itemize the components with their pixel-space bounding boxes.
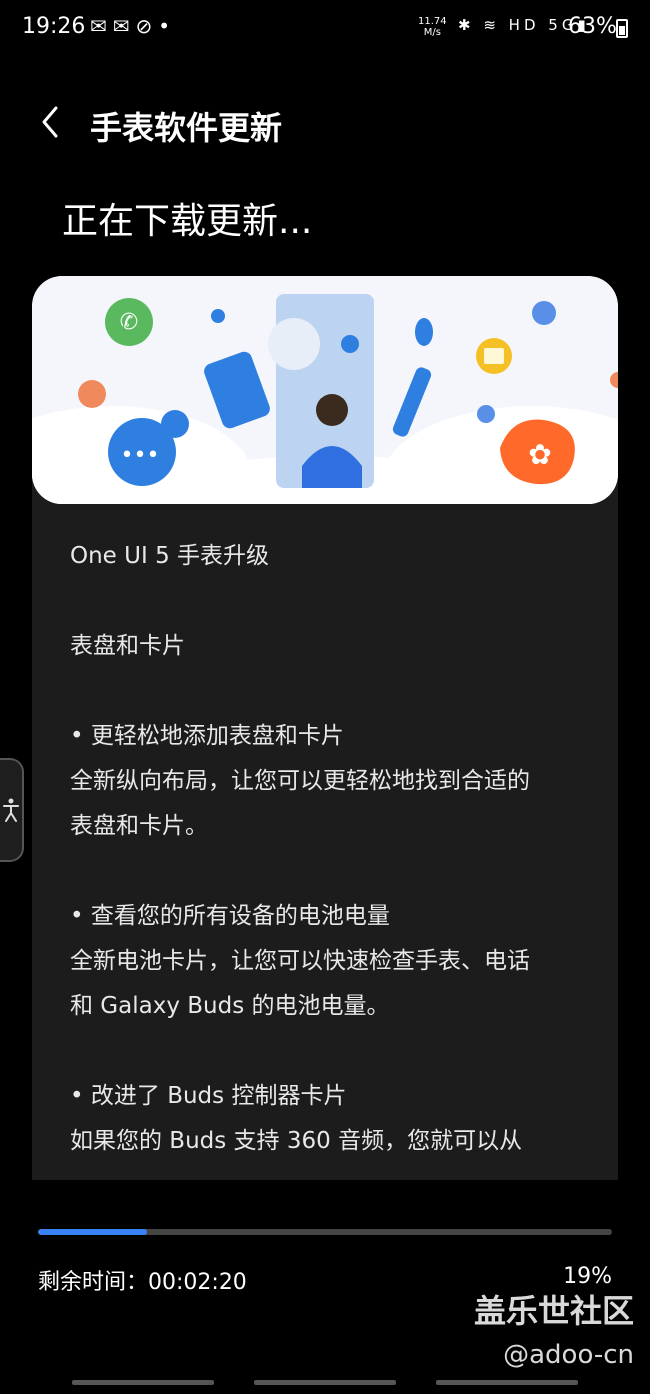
battery-icon — [616, 19, 628, 38]
chevron-left-icon — [42, 106, 58, 138]
accessibility-icon — [3, 798, 19, 822]
feature-title-2: • 查看您的所有设备的电池电量 — [70, 903, 390, 929]
release-notes-card[interactable]: ✆ ••• ✿ One UI 5 手表升级 表盘和卡片 • 更轻松地添加表盘和卡… — [32, 276, 618, 1180]
svg-text:✿: ✿ — [528, 438, 551, 471]
page-title: 手表软件更新 — [90, 109, 283, 147]
feature-title-3: • 改进了 Buds 控制器卡片 — [70, 1083, 347, 1109]
release-notes: One UI 5 手表升级 表盘和卡片 • 更轻松地添加表盘和卡片 全新纵向布局… — [70, 534, 590, 1164]
time-remaining: 剩余时间：00:02:20 — [38, 1270, 247, 1295]
back-button[interactable] — [30, 100, 70, 144]
feature-desc-2b: 和 Galaxy Buds 的电池电量。 — [70, 993, 390, 1019]
nav-home-button[interactable] — [254, 1380, 396, 1385]
notes-title: One UI 5 手表升级 — [70, 543, 270, 569]
feature-title-1: • 更轻松地添加表盘和卡片 — [70, 723, 344, 749]
download-progress-bar — [38, 1229, 612, 1235]
feature-desc-1a: 全新纵向布局，让您可以更轻松地找到合适的 — [70, 768, 530, 794]
feature-desc-1b: 表盘和卡片。 — [70, 813, 208, 839]
download-status-heading: 正在下载更新... — [62, 201, 313, 242]
svg-text:•••: ••• — [121, 443, 160, 468]
feature-desc-3a: 如果您的 Buds 支持 360 音频，您就可以从 — [70, 1128, 523, 1154]
illustration: ✆ ••• ✿ — [32, 276, 618, 504]
section-heading: 表盘和卡片 — [70, 633, 185, 659]
notification-icons: ✉✉⊘• — [90, 14, 177, 38]
watermark-handle: @adoo-cn — [503, 1340, 634, 1370]
nav-recents-button[interactable] — [72, 1380, 214, 1385]
accessibility-handle[interactable] — [0, 758, 24, 862]
watermark: 盖乐世社区 @adoo-cn — [474, 1286, 634, 1370]
watermark-name: 盖乐世社区 — [473, 1292, 634, 1330]
one-ui-banner-illustration: ✆ ••• ✿ — [32, 276, 618, 504]
status-time: 19:26 — [22, 14, 86, 39]
battery-percent: 63% — [568, 14, 617, 39]
navigation-bar — [0, 1372, 650, 1394]
feature-desc-2a: 全新电池卡片，让您可以快速检查手表、电话 — [70, 948, 530, 974]
download-progress-fill — [38, 1229, 148, 1235]
svg-text:✆: ✆ — [120, 310, 138, 335]
nav-back-button[interactable] — [436, 1380, 578, 1385]
network-speed: 11.74 M/s — [418, 16, 447, 38]
status-bar: 19:26 ✉✉⊘• 11.74 M/s ✱ ≋ HD 5G▮ 63% — [0, 0, 650, 60]
